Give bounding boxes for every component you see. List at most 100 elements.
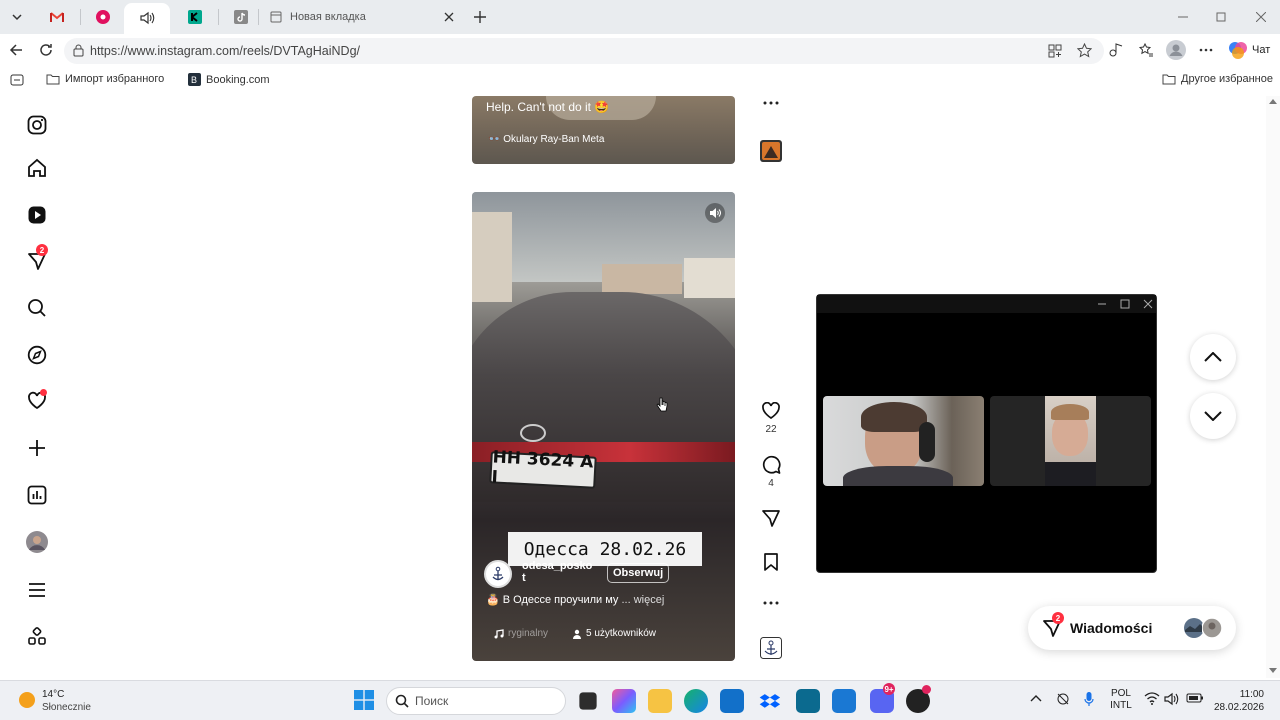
tab-active[interactable]: [124, 3, 170, 34]
back-arrow-icon[interactable]: [8, 42, 24, 58]
site-info-icon[interactable]: [72, 44, 85, 57]
tab-new-tab[interactable]: Новая вкладка: [262, 4, 462, 30]
close-window-button[interactable]: [1143, 299, 1153, 309]
language-indicator[interactable]: POL INTL: [1110, 688, 1132, 712]
notifications-heart-icon[interactable]: [24, 388, 50, 414]
search-placeholder: Поиск: [415, 694, 449, 708]
participant-shirt: [843, 466, 953, 486]
volume-icon[interactable]: [1164, 692, 1180, 706]
tab-list-chevron-icon[interactable]: [4, 4, 30, 30]
tab-kaspersky[interactable]: [182, 4, 208, 30]
other-favorites[interactable]: Другое избранное: [1162, 73, 1273, 85]
share-button[interactable]: [758, 508, 784, 528]
obs-icon[interactable]: [906, 685, 931, 713]
restore-window-button[interactable]: [1210, 4, 1232, 30]
like-button[interactable]: 22: [758, 402, 784, 435]
app-available-icon[interactable]: [1048, 44, 1062, 58]
page-icon: [270, 11, 282, 23]
task-view-icon[interactable]: [579, 692, 597, 710]
scroll-up-arrow-icon[interactable]: [1269, 98, 1277, 104]
explore-compass-icon[interactable]: [24, 342, 50, 368]
previous-reel[interactable]: Help. Can't not do it 🤩 👓 Okulary Ray-Ba…: [472, 96, 735, 164]
battery-icon[interactable]: [1186, 692, 1204, 704]
tray-overflow-chevron-icon[interactable]: [1030, 694, 1042, 702]
building: [602, 264, 682, 294]
reels-icon[interactable]: [24, 202, 50, 228]
teams-app-icon[interactable]: [796, 689, 820, 713]
caption-text: 🎂 В Одессе проучили му: [486, 594, 619, 606]
reel-username[interactable]: odesa_posko t: [522, 560, 594, 584]
discord-icon[interactable]: 9+: [870, 683, 895, 713]
reel-author-avatar[interactable]: [484, 560, 512, 588]
licence-plate: НН 3624 А І: [489, 447, 597, 489]
folder-icon: [46, 73, 60, 85]
windows-start-icon[interactable]: [354, 690, 374, 710]
create-plus-icon[interactable]: [24, 435, 50, 461]
more-hamburger-icon[interactable]: [24, 577, 50, 603]
also-from-meta-icon[interactable]: [24, 624, 50, 650]
close-window-button[interactable]: [1250, 4, 1272, 30]
weather-widget[interactable]: 14°C Słonecznie: [42, 688, 91, 714]
participant-video-2[interactable]: [990, 396, 1151, 486]
refresh-icon[interactable]: [38, 42, 54, 58]
prev-reel-more-icon[interactable]: [758, 100, 784, 106]
main-reel-video[interactable]: НН 3624 А І Одесса 28.02.26 odesa_posko …: [472, 192, 735, 661]
product-tag[interactable]: 👓 Okulary Ray-Ban Meta: [488, 134, 604, 145]
close-tab-icon[interactable]: [444, 12, 454, 22]
participant-video-1[interactable]: [823, 396, 984, 486]
microphone-icon[interactable]: [1084, 691, 1094, 707]
volume-icon[interactable]: [705, 203, 725, 223]
taskbar-search[interactable]: Поиск: [386, 687, 566, 715]
messages-pill[interactable]: 2 Wiadomości: [1028, 606, 1236, 650]
messages-icon[interactable]: 2: [24, 244, 50, 274]
comment-button[interactable]: 4: [758, 455, 784, 489]
minimize-window-button[interactable]: [1172, 4, 1194, 30]
instagram-logo-icon[interactable]: [24, 112, 50, 138]
tab-music[interactable]: [90, 4, 116, 30]
weather-sun-icon[interactable]: [16, 689, 38, 711]
favorite-booking[interactable]: B Booking.com: [188, 73, 270, 86]
new-tab-button[interactable]: [468, 4, 492, 30]
prev-reel-audio-thumbnail[interactable]: [758, 140, 784, 162]
tab-tiktok[interactable]: [228, 4, 254, 30]
maximize-window-button[interactable]: [1120, 299, 1130, 309]
page-scrollbar[interactable]: [1266, 96, 1280, 678]
home-icon[interactable]: [24, 155, 50, 181]
sync-off-icon[interactable]: [1056, 692, 1070, 706]
profile-avatar[interactable]: [1166, 40, 1186, 60]
copilot-app-icon[interactable]: [612, 689, 636, 713]
read-aloud-icon[interactable]: [1108, 42, 1124, 58]
dashboard-icon[interactable]: [24, 482, 50, 508]
dropbox-icon[interactable]: [758, 689, 782, 713]
previous-reel-button[interactable]: [1190, 334, 1236, 380]
video-call-window[interactable]: [816, 294, 1157, 573]
search-icon[interactable]: [24, 295, 50, 321]
next-reel-button[interactable]: [1190, 393, 1236, 439]
audio-thumbnail[interactable]: [758, 637, 784, 659]
messages-icon: 2: [1042, 612, 1064, 638]
edge-browser-icon[interactable]: [684, 689, 708, 713]
collections-icon[interactable]: [1138, 42, 1154, 58]
scroll-down-arrow-icon[interactable]: [1269, 668, 1277, 674]
audio-info[interactable]: ryginalny: [494, 628, 548, 639]
favorite-import[interactable]: Импорт избранного: [46, 73, 164, 85]
copilot-button[interactable]: Чат: [1228, 40, 1270, 60]
wifi-icon[interactable]: [1144, 692, 1160, 705]
file-explorer-icon[interactable]: [648, 689, 672, 713]
favorite-star-icon[interactable]: [1077, 43, 1092, 58]
tagged-users[interactable]: 5 użytkowników: [572, 628, 656, 639]
more-options-button[interactable]: [758, 600, 784, 606]
more-dots-icon: [763, 600, 779, 606]
more-menu-icon[interactable]: [1198, 42, 1214, 58]
microsoft-store-icon[interactable]: [720, 689, 744, 713]
clock[interactable]: 11:00 28.02.2026: [1214, 688, 1264, 714]
follow-button[interactable]: Obserwuj: [607, 563, 670, 583]
address-bar[interactable]: https://www.instagram.com/reels/DVTAgHai…: [64, 38, 1104, 64]
more-link[interactable]: ... więcej: [621, 594, 664, 606]
save-button[interactable]: [758, 552, 784, 572]
sidebar-toggle-icon[interactable]: [10, 74, 24, 86]
outlook-icon[interactable]: [832, 689, 856, 713]
profile-avatar[interactable]: [24, 529, 50, 555]
minimize-window-button[interactable]: [1097, 299, 1107, 309]
tab-gmail[interactable]: [44, 4, 70, 30]
